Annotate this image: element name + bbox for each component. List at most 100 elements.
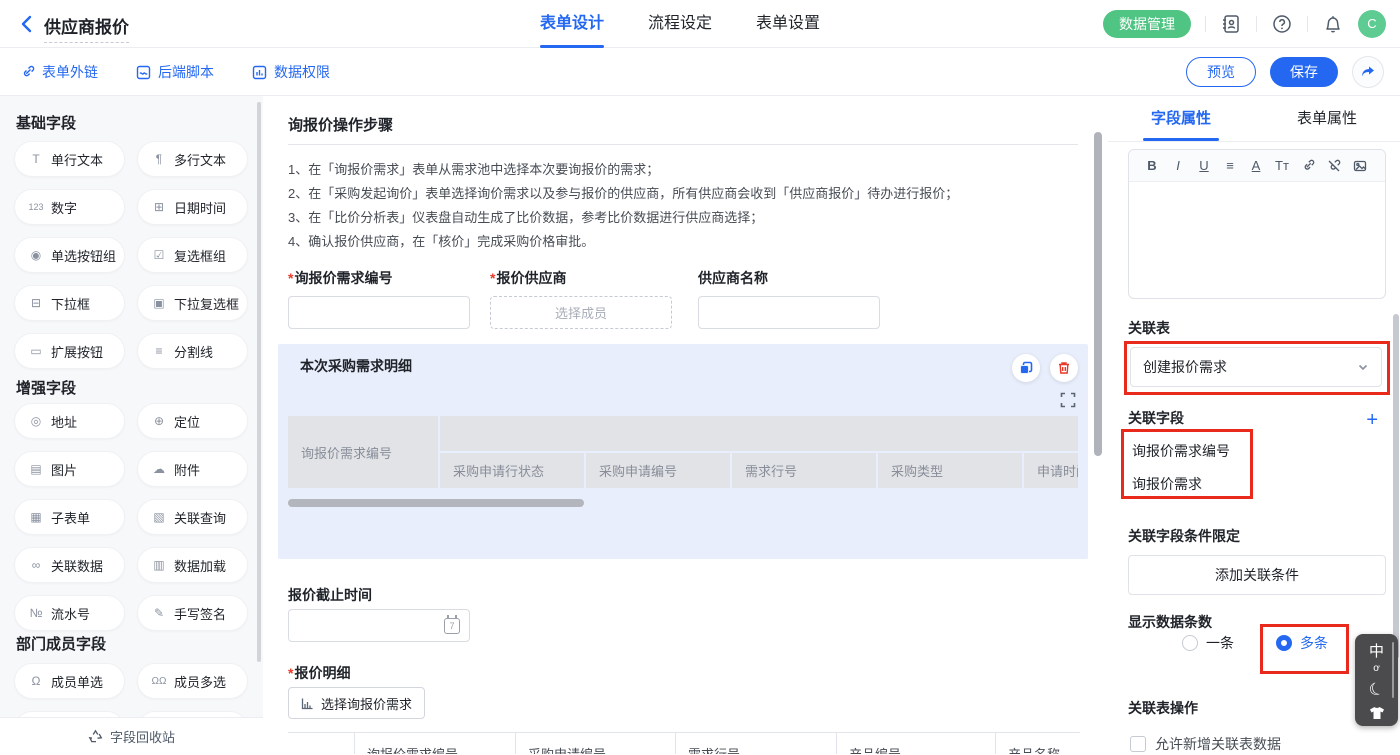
data-permission-link[interactable]: 数据权限 xyxy=(252,62,330,82)
underline-icon[interactable]: U xyxy=(1191,158,1217,173)
crosshair-icon: ⊕ xyxy=(151,414,167,428)
field-pill-single-text[interactable]: T单行文本 xyxy=(14,141,125,177)
people-icon: ΩΩ xyxy=(151,676,167,687)
field-pill-multi-dropdown[interactable]: ▣下拉复选框 xyxy=(137,285,248,321)
italic-icon[interactable]: I xyxy=(1165,158,1191,173)
quote-deadline-input[interactable]: 7 xyxy=(288,609,470,642)
avatar[interactable]: C xyxy=(1358,10,1386,38)
table-ops-label: 关联表操作 xyxy=(1128,698,1198,718)
relation-fields-label: 关联字段 xyxy=(1128,408,1184,428)
contacts-icon[interactable] xyxy=(1220,13,1242,35)
insert-link-icon[interactable] xyxy=(1295,159,1321,173)
field-pill-attachment[interactable]: ☁附件 xyxy=(137,451,248,487)
radio-one[interactable]: 一条 xyxy=(1182,633,1234,653)
form-external-link[interactable]: 表单外链 xyxy=(20,62,98,82)
field-pill-multi-text[interactable]: ¶多行文本 xyxy=(137,141,248,177)
tab-form-design[interactable]: 表单设计 xyxy=(540,0,604,48)
label-quote-deadline: 报价截止时间 xyxy=(288,585,372,605)
field-pill-data-load[interactable]: ▥数据加载 xyxy=(137,547,248,583)
subform-group-header xyxy=(440,416,1078,451)
shirt-icon[interactable] xyxy=(1369,706,1385,720)
font-size-icon[interactable]: Tᴛ xyxy=(1269,158,1295,173)
ime-lang-indicator[interactable]: 中 xyxy=(1369,640,1384,661)
label-supplier-name: 供应商名称 xyxy=(698,268,768,288)
condition-label: 关联字段条件限定 xyxy=(1128,526,1240,546)
page-title[interactable]: 供应商报价 xyxy=(44,13,129,43)
add-condition-button[interactable]: 添加关联条件 xyxy=(1128,555,1386,595)
selected-subform-block[interactable]: 本次采购需求明细 询报价需求编号 采购申请行状态 采购申请编号 需求行号 xyxy=(278,344,1088,559)
font-color-icon[interactable]: A xyxy=(1243,158,1269,173)
link-icon xyxy=(20,65,35,80)
delete-field-button[interactable] xyxy=(1050,354,1078,382)
share-button[interactable] xyxy=(1352,56,1384,88)
field-pill-image[interactable]: ▤图片 xyxy=(14,451,125,487)
field-pill-member-multi[interactable]: ΩΩ成员多选 xyxy=(137,663,248,699)
field-pill-member-single[interactable]: Ω成员单选 xyxy=(14,663,125,699)
rich-text-editor[interactable]: B I U ≡ A Tᴛ xyxy=(1128,149,1386,299)
calendar-icon: 7 xyxy=(444,618,460,634)
select-member-button[interactable]: 选择成员 xyxy=(490,296,672,329)
field-pill-location[interactable]: ⊕定位 xyxy=(137,403,248,439)
field-pill-extend-button[interactable]: ▭扩展按钮 xyxy=(14,333,125,369)
tab-field-properties[interactable]: 字段属性 xyxy=(1108,96,1254,141)
field-pill-divider[interactable]: ≡分割线 xyxy=(137,333,248,369)
sidebar-scrollbar[interactable] xyxy=(257,102,261,662)
bell-icon[interactable] xyxy=(1322,13,1344,35)
subform-horizontal-scrollbar[interactable] xyxy=(288,499,584,507)
copy-icon xyxy=(1019,361,1033,375)
field-pill-checkbox-group[interactable]: ☑复选框组 xyxy=(137,237,248,273)
field-pill-signature[interactable]: ✎手写签名 xyxy=(137,595,248,631)
script-icon xyxy=(136,65,151,80)
permission-icon xyxy=(252,65,267,80)
field-pill-linked-data[interactable]: ∞关联数据 xyxy=(14,547,125,583)
backend-script-link[interactable]: 后端脚本 xyxy=(136,62,214,82)
radio-many[interactable]: 多条 xyxy=(1276,633,1328,653)
chart-icon: ▥ xyxy=(151,558,167,572)
inquiry-number-input[interactable] xyxy=(288,296,470,329)
remove-link-icon[interactable] xyxy=(1321,159,1347,173)
field-pill-datetime[interactable]: ⊞日期时间 xyxy=(137,189,248,225)
back-icon[interactable] xyxy=(16,13,38,35)
relation-table-select[interactable]: 创建报价需求 xyxy=(1130,347,1382,387)
tab-form-properties[interactable]: 表单属性 xyxy=(1254,96,1400,141)
detail-col: 产品编号 xyxy=(837,733,996,754)
field-pill-number[interactable]: 123数字 xyxy=(14,189,125,225)
align-icon[interactable]: ≡ xyxy=(1217,158,1243,173)
canvas-scrollbar[interactable] xyxy=(1094,132,1102,456)
bold-icon[interactable]: B xyxy=(1139,158,1165,173)
radio-circle xyxy=(1182,635,1198,651)
linked-query-icon: ▧ xyxy=(151,510,167,524)
insert-image-icon[interactable] xyxy=(1347,159,1373,173)
tab-form-settings[interactable]: 表单设置 xyxy=(756,0,820,48)
label-quote-supplier: *报价供应商 xyxy=(490,268,566,288)
field-pill-linked-query[interactable]: ▧关联查询 xyxy=(137,499,248,535)
field-pill-dropdown[interactable]: ⊟下拉框 xyxy=(14,285,125,321)
preview-button[interactable]: 预览 xyxy=(1186,57,1256,87)
field-pill-serial-number[interactable]: №流水号 xyxy=(14,595,125,631)
ime-tone-icon[interactable]: ơ xyxy=(1373,663,1380,674)
editor-toolbar: B I U ≡ A Tᴛ xyxy=(1129,150,1385,182)
supplier-name-input[interactable] xyxy=(698,296,880,329)
steps-description[interactable]: 1、在「询报价需求」表单从需求池中选择本次要询报价的需求； 2、在「采购发起询价… xyxy=(288,158,1078,254)
field-recycle-bin[interactable]: 字段回收站 xyxy=(0,717,263,754)
save-button[interactable]: 保存 xyxy=(1270,57,1338,87)
fullscreen-icon[interactable] xyxy=(1060,392,1076,408)
help-icon[interactable] xyxy=(1271,13,1293,35)
allow-add-relation-checkbox[interactable]: 允许新增关联表数据 xyxy=(1130,734,1281,754)
field-pill-radio-group[interactable]: ◉单选按钮组 xyxy=(14,237,125,273)
copy-field-button[interactable] xyxy=(1012,354,1040,382)
field-pill-address[interactable]: ◎地址 xyxy=(14,403,125,439)
add-relation-field-icon[interactable]: + xyxy=(1366,410,1378,430)
steps-field-title[interactable]: 询报价操作步骤 xyxy=(288,114,393,135)
panel-scrollbar[interactable] xyxy=(1393,314,1399,659)
tab-flow-settings[interactable]: 流程设定 xyxy=(648,0,712,48)
select-inquiry-demand-button[interactable]: 选择询报价需求 xyxy=(288,687,425,719)
moon-icon[interactable]: ☾ xyxy=(1366,678,1387,702)
field-pill-subform[interactable]: ▦子表单 xyxy=(14,499,125,535)
form-toolbar: 表单外链 后端脚本 数据权限 预览 保存 xyxy=(0,48,1400,96)
radio-circle xyxy=(1276,635,1292,651)
data-manage-button[interactable]: 数据管理 xyxy=(1103,10,1191,38)
relation-field-item[interactable]: 询报价需求编号 xyxy=(1132,441,1230,461)
ime-floating-toolbar[interactable]: 中 ơ ☾ xyxy=(1355,634,1398,726)
relation-field-item[interactable]: 询报价需求 xyxy=(1132,474,1202,494)
